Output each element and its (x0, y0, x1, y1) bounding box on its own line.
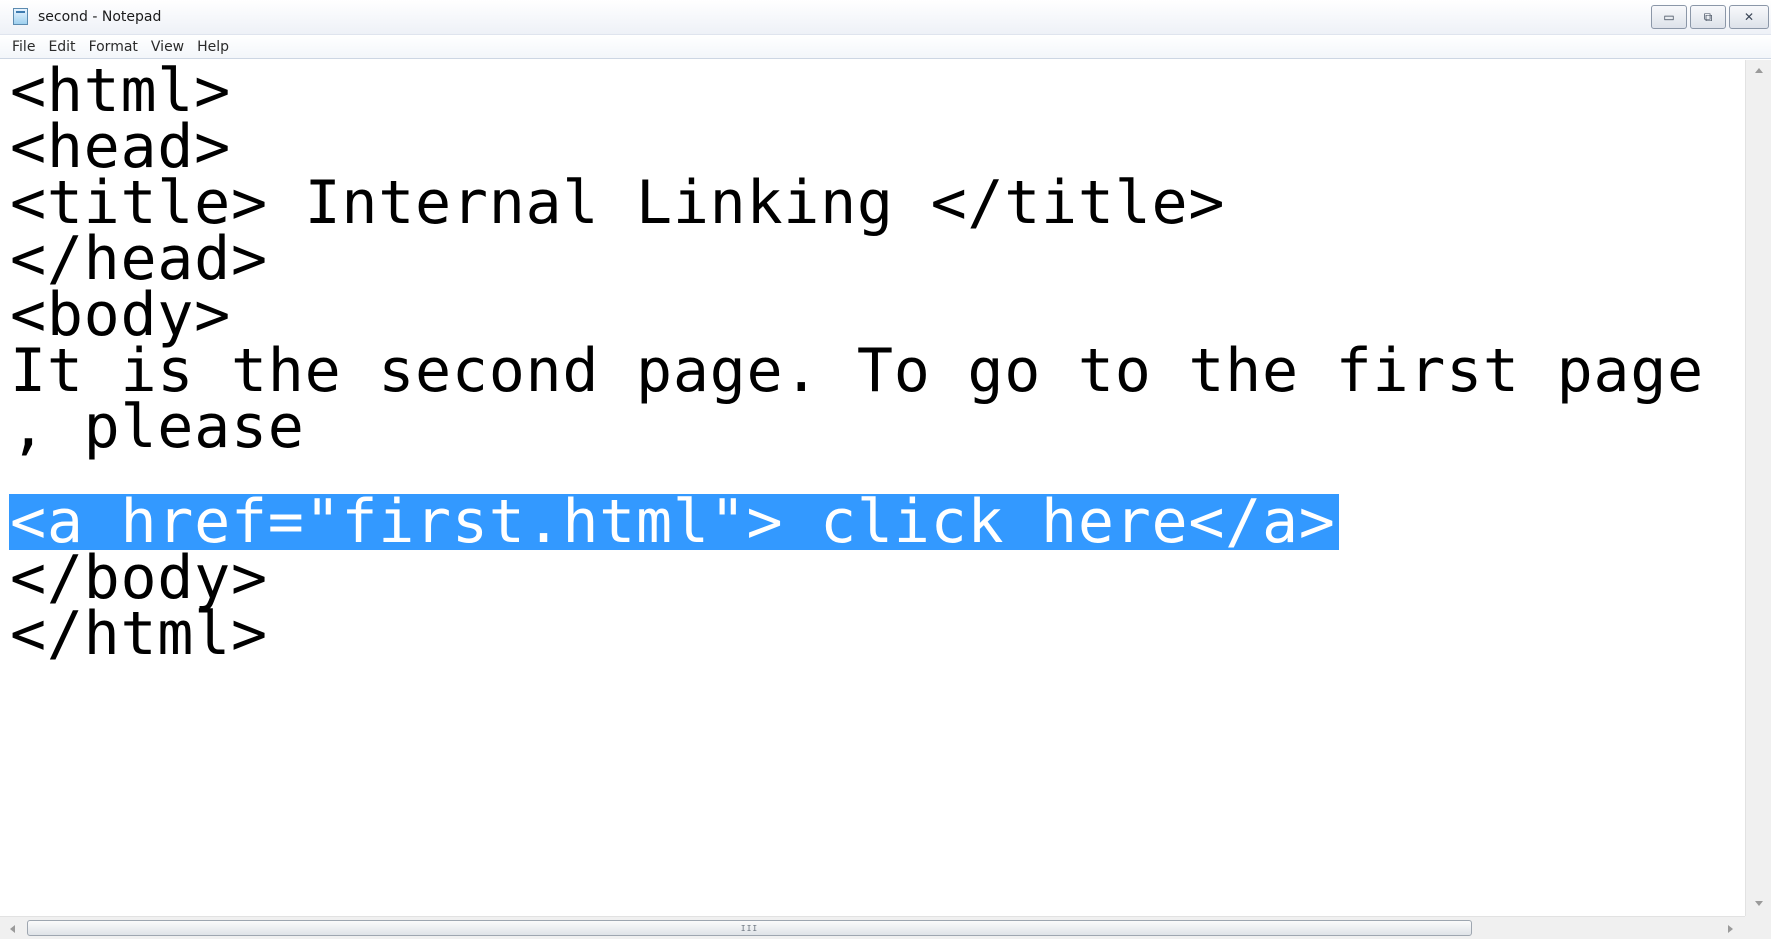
maximize-button[interactable]: ⧉ (1690, 5, 1726, 29)
horizontal-scrollbar[interactable]: III (0, 916, 1745, 939)
grip-icon: III (740, 924, 759, 933)
menu-edit[interactable]: Edit (42, 39, 82, 55)
editor-line: <html> (10, 60, 231, 126)
scroll-right-icon[interactable] (1728, 925, 1733, 933)
scroll-left-icon[interactable] (10, 925, 15, 933)
selected-editor-line: <a href="first.html"> click here</a> (9, 492, 1339, 552)
minimize-button[interactable]: ▭ (1651, 5, 1687, 29)
scroll-down-icon[interactable] (1755, 901, 1763, 906)
menu-format[interactable]: Format (83, 39, 145, 55)
window-controls: ▭ ⧉ ✕ (1651, 5, 1769, 29)
editor-line: <title> Internal Linking </title> (10, 168, 1226, 238)
editor-line: </html> (10, 599, 268, 669)
editor-line: <body> (10, 280, 231, 350)
scroll-up-icon[interactable] (1755, 68, 1763, 73)
menu-view[interactable]: View (145, 39, 191, 55)
editor-line: <head> (10, 112, 231, 182)
editor-line: </head> (10, 224, 268, 294)
window-title: second - Notepad (38, 9, 162, 25)
notepad-window: second - Notepad ▭ ⧉ ✕ File Edit Format … (0, 0, 1771, 939)
vertical-scrollbar[interactable] (1745, 60, 1771, 916)
text-editor-area[interactable]: <html> <head> <title> Internal Linking <… (0, 60, 1745, 916)
editor-line: It is the second page. To go to the firs… (10, 336, 1704, 406)
close-button[interactable]: ✕ (1729, 5, 1769, 29)
title-bar[interactable]: second - Notepad ▭ ⧉ ✕ (0, 0, 1771, 35)
notepad-icon (13, 8, 28, 25)
editor-line: , please (10, 392, 305, 462)
restore-icon: ⧉ (1703, 10, 1713, 24)
menu-help[interactable]: Help (191, 39, 236, 55)
menu-file[interactable]: File (6, 39, 42, 55)
minimize-icon: ▭ (1663, 10, 1675, 24)
editor-line: </body> (10, 543, 268, 613)
horizontal-scroll-thumb[interactable]: III (27, 920, 1472, 936)
resize-grip (1745, 916, 1771, 939)
menu-bar: File Edit Format View Help (0, 35, 1771, 59)
close-icon: ✕ (1743, 10, 1755, 24)
